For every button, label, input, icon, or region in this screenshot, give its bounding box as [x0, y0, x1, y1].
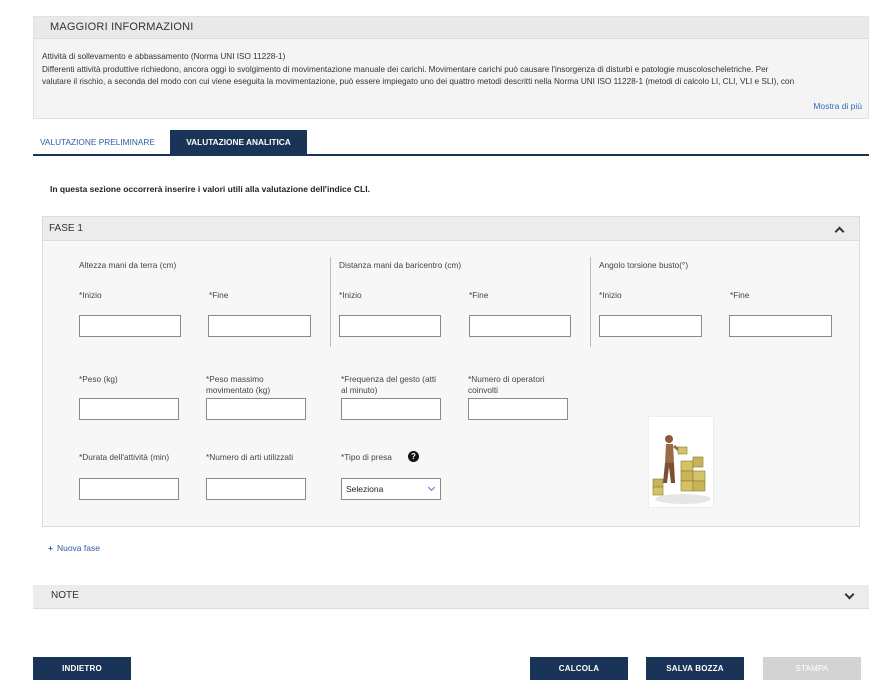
help-icon[interactable]: ?	[408, 451, 419, 462]
print-button[interactable]: STAMPA	[763, 657, 861, 680]
frequenza-label: *Frequenza del gesto (atti al minuto)	[341, 374, 437, 395]
section-intro: In questa sezione occorrerà inserire i v…	[50, 184, 370, 194]
more-info-title: MAGGIORI INFORMAZIONI	[50, 21, 194, 33]
chevron-down-icon[interactable]	[844, 589, 855, 600]
save-draft-button[interactable]: SALVA BOZZA	[646, 657, 744, 680]
angolo-fine-input[interactable]	[729, 315, 832, 337]
tipo-presa-select-value: Seleziona	[346, 484, 384, 494]
show-more-link[interactable]: Mostra di più	[813, 101, 862, 111]
group-label-distanza: Distanza mani da baricentro (cm)	[339, 260, 462, 270]
angolo-inizio-input[interactable]	[599, 315, 702, 337]
distanza-inizio-input[interactable]	[339, 315, 441, 337]
fase-title: FASE 1	[49, 223, 83, 234]
back-button[interactable]: INDIETRO	[33, 657, 131, 680]
altezza-fine-input[interactable]	[208, 315, 311, 337]
more-info-text: Attività di sollevamento e abbassamento …	[42, 51, 868, 89]
durata-label: *Durata dell'attività (min)	[79, 452, 170, 462]
plus-icon: +	[48, 543, 53, 553]
fase-header[interactable]: FASE 1	[43, 217, 859, 241]
tab-valutazione-analitica[interactable]: VALUTAZIONE ANALITICA	[170, 130, 307, 154]
altezza-fine-label: *Fine	[209, 290, 229, 300]
numero-operatori-input[interactable]	[468, 398, 568, 420]
altezza-inizio-label: *Inizio	[79, 290, 102, 300]
calculate-button[interactable]: CALCOLA	[530, 657, 628, 680]
angolo-fine-label: *Fine	[730, 290, 750, 300]
add-phase-label: Nuova fase	[56, 543, 100, 553]
more-info-header: MAGGIORI INFORMAZIONI	[34, 17, 868, 39]
group-label-altezza: Altezza mani da terra (cm)	[79, 260, 177, 270]
tipo-presa-label: *Tipo di presa	[341, 452, 392, 462]
info-line-2: Differenti attività produttive richiedon…	[42, 64, 769, 74]
distanza-fine-label: *Fine	[469, 290, 489, 300]
group-divider	[590, 257, 591, 347]
distanza-fine-input[interactable]	[469, 315, 571, 337]
chevron-up-icon[interactable]	[834, 226, 845, 237]
chevron-down-icon	[427, 483, 436, 492]
group-divider	[330, 257, 331, 347]
tab-bar: VALUTAZIONE PRELIMINARE VALUTAZIONE ANAL…	[33, 130, 869, 156]
tipo-presa-select[interactable]: Seleziona	[341, 478, 441, 500]
info-line-3: valutare il rischio, a seconda del modo …	[42, 77, 795, 86]
peso-massimo-input[interactable]	[206, 398, 306, 420]
group-label-angolo: Angolo torsione busto(°)	[599, 260, 689, 270]
note-panel[interactable]: NOTE	[33, 585, 869, 609]
distanza-inizio-label: *Inizio	[339, 290, 362, 300]
more-info-panel: MAGGIORI INFORMAZIONI Attività di sollev…	[33, 16, 869, 119]
peso-input[interactable]	[79, 398, 179, 420]
numero-arti-label: *Numero di arti utilizzati	[206, 452, 294, 462]
add-phase-link[interactable]: + Nuova fase	[48, 543, 100, 553]
frequenza-input[interactable]	[341, 398, 441, 420]
numero-operatori-label: *Numero di operatori coinvolti	[468, 374, 545, 395]
tab-valutazione-preliminare[interactable]: VALUTAZIONE PRELIMINARE	[33, 130, 162, 154]
lifting-worker-illustration	[648, 416, 714, 508]
peso-label: *Peso (kg)	[79, 374, 118, 384]
altezza-inizio-input[interactable]	[79, 315, 181, 337]
peso-massimo-label: *Peso massimo movimentato (kg)	[206, 374, 271, 395]
numero-arti-input[interactable]	[206, 478, 306, 500]
durata-input[interactable]	[79, 478, 179, 500]
angolo-inizio-label: *Inizio	[599, 290, 622, 300]
info-line-1: Attività di sollevamento e abbassamento …	[42, 52, 286, 61]
note-title: NOTE	[51, 590, 79, 601]
